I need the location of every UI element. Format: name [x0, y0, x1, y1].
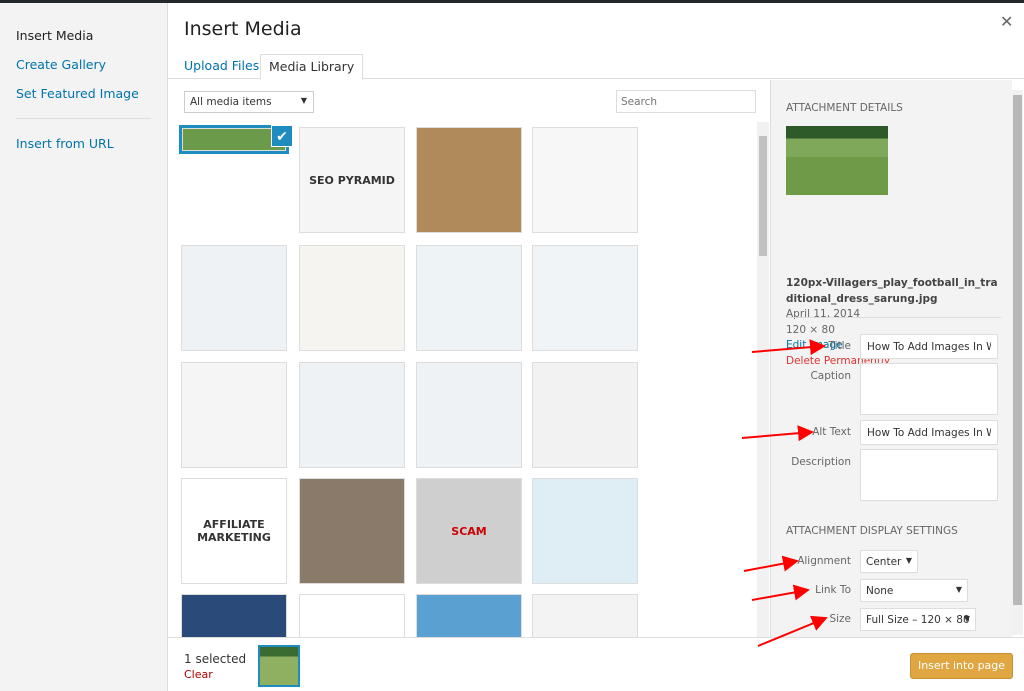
- chevron-down-icon: ▼: [300, 96, 307, 105]
- title-input[interactable]: [860, 334, 998, 359]
- media-thumbnail[interactable]: AFFILIATE MARKETING: [182, 479, 286, 583]
- media-thumbnail[interactable]: SEO PYRAMID: [300, 128, 404, 232]
- clear-selection-link[interactable]: Clear: [184, 668, 213, 681]
- tab-media-library[interactable]: Media Library: [260, 54, 364, 80]
- media-thumbnail[interactable]: [417, 246, 521, 350]
- sidebar-item-create-gallery[interactable]: Create Gallery: [0, 50, 167, 79]
- media-thumbnail[interactable]: [300, 246, 404, 350]
- media-thumbnail[interactable]: [533, 128, 637, 232]
- filename: 120px-Villagers_play_football_in_traditi…: [786, 277, 998, 305]
- selection-count: 1 selected: [184, 652, 247, 666]
- sidebar-item-insert-media[interactable]: Insert Media: [0, 21, 167, 50]
- panel-scrollbar[interactable]: [1012, 90, 1023, 635]
- display-settings-heading: Attachment Display Settings: [786, 525, 958, 537]
- alignment-select[interactable]: Center ▼: [860, 550, 918, 573]
- media-toolbar-bottom: 1 selected Clear Insert into page: [168, 637, 1024, 691]
- tab-bar: Upload Files Media Library: [168, 50, 1024, 80]
- alignment-label: Alignment: [797, 555, 851, 567]
- link-to-select[interactable]: None ▼: [860, 579, 968, 602]
- media-thumbnail[interactable]: [417, 128, 521, 232]
- link-to-label: Link To: [815, 584, 851, 596]
- media-sidebar: Insert Media Create Gallery Set Featured…: [0, 3, 168, 691]
- alignment-value: Center: [866, 556, 902, 568]
- media-thumbnail[interactable]: [533, 363, 637, 467]
- checkmark-icon[interactable]: ✔: [271, 125, 293, 147]
- close-icon[interactable]: ✕: [1000, 12, 1013, 31]
- insert-into-page-button[interactable]: Insert into page: [910, 653, 1013, 679]
- description-textarea[interactable]: [860, 449, 998, 501]
- size-label: Size: [829, 613, 851, 625]
- media-thumbnail[interactable]: [300, 479, 404, 583]
- caption-label: Caption: [810, 370, 851, 382]
- media-thumbnail[interactable]: [182, 246, 286, 350]
- filter-value: All media items: [190, 96, 272, 108]
- scrollbar-thumb[interactable]: [1013, 95, 1022, 605]
- link-to-value: None: [866, 585, 894, 597]
- scrollbar-thumb[interactable]: [759, 136, 767, 256]
- modal-title: Insert Media: [184, 18, 302, 40]
- title-label: Title: [828, 340, 851, 352]
- caption-textarea[interactable]: [860, 363, 998, 415]
- media-thumbnail[interactable]: [182, 363, 286, 467]
- media-filter-select[interactable]: All media items ▼: [184, 91, 314, 113]
- selected-thumbnail[interactable]: [260, 647, 298, 685]
- media-thumbnail[interactable]: [300, 363, 404, 467]
- search-input[interactable]: [616, 90, 756, 113]
- media-thumbnail[interactable]: SCAM: [417, 479, 521, 583]
- media-grid: SEO PYRAMID AFFILIATE MARKETING SCAM HOME B…: [168, 120, 758, 637]
- media-thumbnail[interactable]: [533, 246, 637, 350]
- chevron-down-icon: ▼: [905, 556, 912, 565]
- thumbnail-text: AFFILIATE MARKETING: [197, 518, 271, 544]
- chevron-down-icon: ▼: [955, 585, 962, 594]
- media-thumbnail[interactable]: amazon.com: [533, 595, 637, 637]
- media-thumbnail[interactable]: [182, 595, 286, 637]
- size-value: Full Size – 120 × 80: [866, 614, 970, 626]
- size-select[interactable]: Full Size – 120 × 80 ▼: [860, 608, 976, 631]
- sidebar-item-insert-from-url[interactable]: Insert from URL: [0, 129, 167, 158]
- upload-date: April 11, 2014: [786, 308, 861, 320]
- sidebar-item-set-featured-image[interactable]: Set Featured Image: [0, 79, 167, 108]
- alt-text-label: Alt Text: [812, 426, 851, 438]
- media-thumbnail[interactable]: [417, 595, 521, 637]
- media-thumbnail[interactable]: [417, 363, 521, 467]
- grid-scrollbar[interactable]: [757, 122, 769, 637]
- description-label: Description: [791, 456, 851, 468]
- media-thumbnail[interactable]: [533, 479, 637, 583]
- media-thumbnail[interactable]: HOME BASED: [300, 595, 404, 637]
- thumbnail-text: SCAM: [451, 524, 487, 538]
- divider: [786, 317, 1001, 318]
- chevron-down-icon: ▼: [963, 614, 970, 623]
- divider: [16, 118, 151, 119]
- thumbnail-text: SEO PYRAMID: [309, 173, 395, 187]
- tab-upload-files[interactable]: Upload Files: [176, 54, 267, 80]
- attachment-preview-image: [786, 126, 888, 195]
- attachment-details-heading: Attachment Details: [786, 102, 903, 114]
- attachment-details-panel: Attachment Details 120px-Villagers_play_…: [770, 80, 1012, 637]
- alt-text-input[interactable]: [860, 420, 998, 445]
